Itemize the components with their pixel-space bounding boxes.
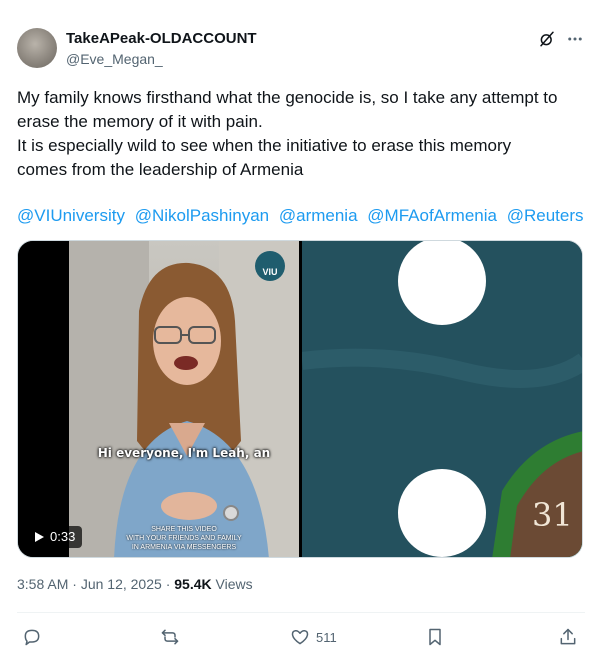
duration-text: 0:33 (50, 529, 76, 544)
play-icon (35, 532, 44, 542)
bookmark-icon (429, 628, 441, 646)
user-handle[interactable]: @Eve_Megan_ (66, 51, 163, 67)
bookmark-button[interactable] (425, 624, 445, 650)
divider (17, 612, 585, 613)
tweet-line: It is especially wild to see when the in… (17, 136, 512, 155)
avatar[interactable] (17, 28, 57, 68)
viu-logo: VIU (255, 251, 285, 281)
reply-icon (24, 629, 40, 646)
video-frame[interactable]: VIU Hi everyone, I'm Leah, an SHARE THIS… (69, 241, 299, 557)
share-text: SHARE THIS VIDEO WITH YOUR FRIENDS AND F… (69, 525, 299, 552)
views-label: Views (215, 576, 253, 592)
views-count: 95.4K (174, 576, 212, 592)
heart-icon (291, 629, 309, 645)
like-count: 511 (316, 629, 337, 645)
tweet-line: erase the memory of it with pain. (17, 112, 263, 131)
mention-link[interactable]: @armenia (279, 206, 358, 225)
mention-link[interactable]: @Reuters (507, 206, 584, 225)
retweet-icon (161, 629, 179, 645)
video-player[interactable]: VIU Hi everyone, I'm Leah, an SHARE THIS… (18, 241, 300, 557)
more-icon[interactable] (566, 30, 584, 48)
image-number: 31 (532, 496, 573, 534)
share-line: WITH YOUR FRIENDS AND FAMILY (126, 535, 242, 542)
mention-link[interactable]: @VIUniversity (17, 206, 125, 225)
video-duration[interactable]: 0:33 (28, 526, 83, 548)
mention-link[interactable]: @NikolPashinyan (135, 206, 269, 225)
mentions: @VIUniversity @NikolPashinyan @armenia @… (17, 204, 589, 228)
date: Jun 12, 2025 (80, 576, 162, 592)
share-line: SHARE THIS VIDEO (151, 526, 217, 533)
like-button[interactable]: 511 (290, 624, 337, 650)
time: 3:58 AM (17, 576, 69, 592)
tweet-line: My family knows firsthand what the genoc… (17, 88, 558, 107)
separator: · (165, 576, 171, 592)
mention-link[interactable]: @MFAofArmenia (367, 206, 497, 225)
tweet-line: comes from the leadership of Armenia (17, 160, 304, 179)
media-grid: VIU Hi everyone, I'm Leah, an SHARE THIS… (17, 240, 583, 558)
retweet-button[interactable] (160, 624, 180, 650)
video-caption: Hi everyone, I'm Leah, an (97, 446, 271, 460)
tweet-text: My family knows firsthand what the genoc… (17, 86, 589, 182)
share-button[interactable] (558, 624, 578, 650)
tweet-timestamp[interactable]: 3:58 AM · Jun 12, 2025 · 95.4K Views (17, 576, 253, 592)
share-icon (560, 628, 576, 645)
display-name[interactable]: TakeAPeak-OLDACCOUNT (66, 30, 257, 47)
share-line: IN ARMENIA VIA MESSENGERS (131, 544, 237, 551)
grok-icon[interactable] (538, 30, 556, 48)
media-image[interactable]: 31 (302, 241, 582, 557)
separator: · (72, 576, 77, 592)
person-figure (69, 241, 299, 557)
reply-button[interactable] (22, 624, 42, 650)
